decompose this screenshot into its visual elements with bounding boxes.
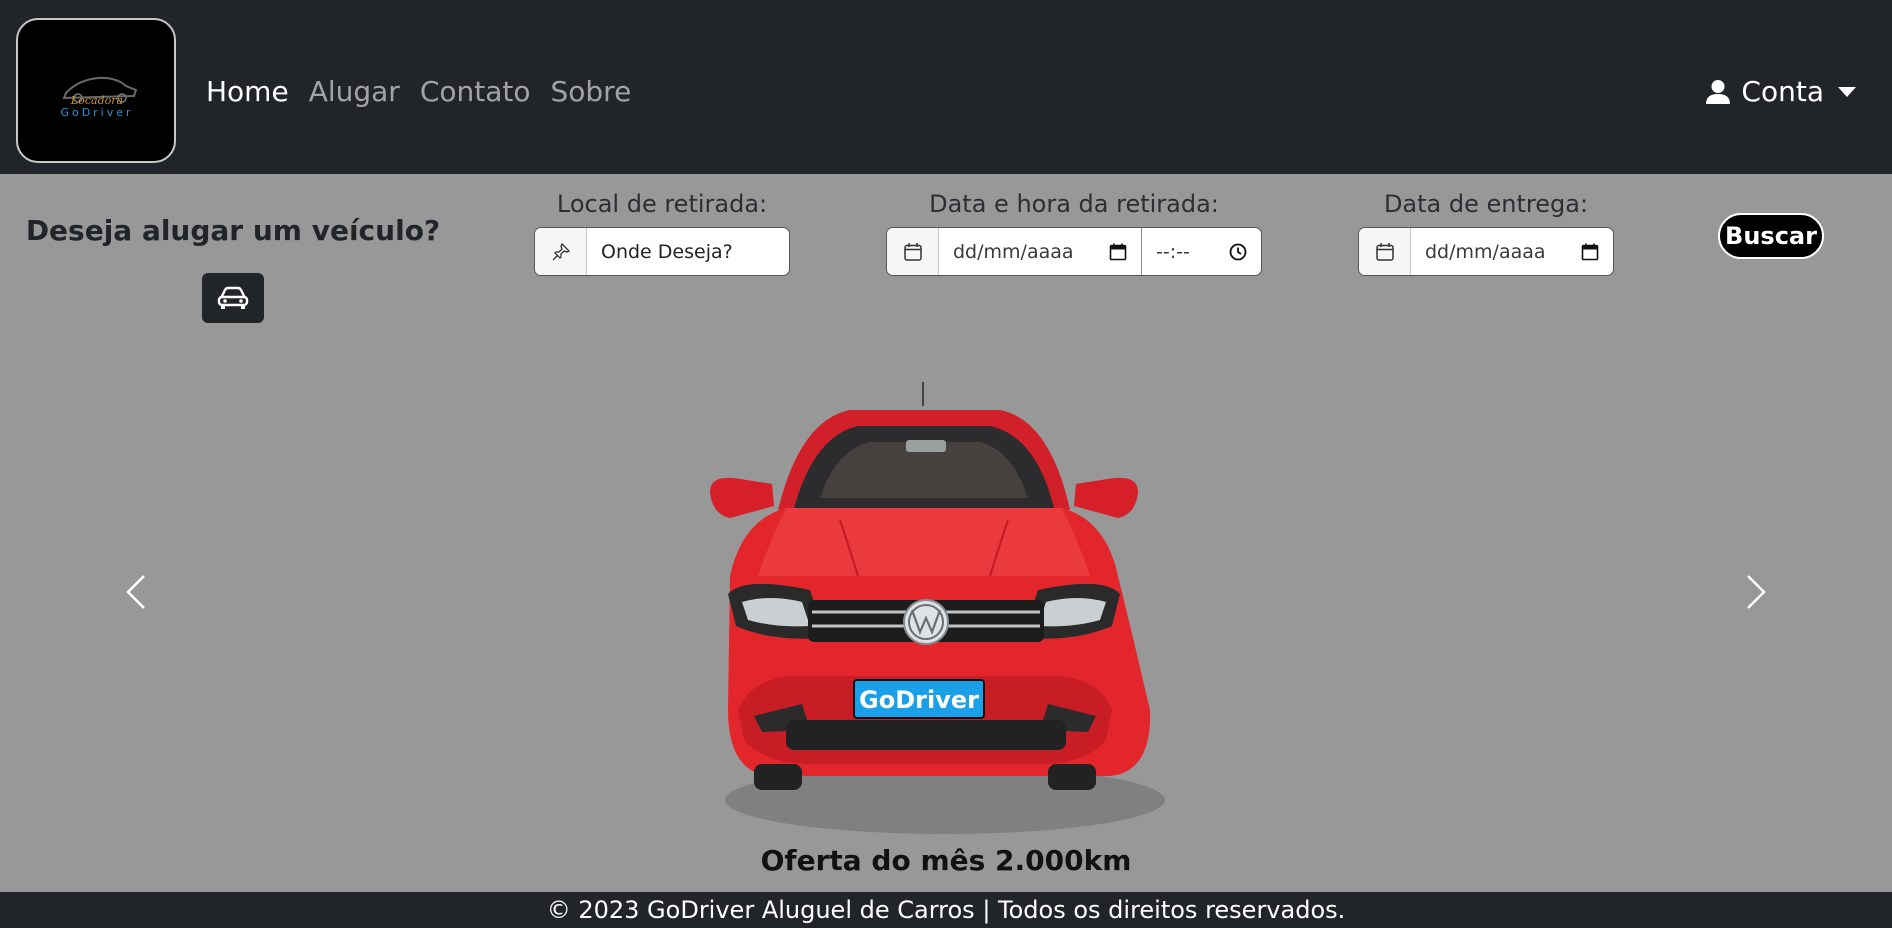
featured-car-image: GoDriver: [710, 382, 1165, 834]
person-icon: [1706, 80, 1731, 104]
pin-icon: [535, 228, 587, 275]
pickup-datetime-group: dd/mm/aaaa --:--: [886, 227, 1262, 276]
carousel-caption: Oferta do mês 2.000km: [760, 844, 1132, 877]
pickup-time-input[interactable]: --:--: [1142, 228, 1261, 275]
pickup-location-input[interactable]: Onde Deseja?: [587, 228, 789, 275]
pickup-date-placeholder: dd/mm/aaaa: [953, 240, 1074, 263]
pickup-date-input[interactable]: dd/mm/aaaa: [939, 228, 1141, 275]
car-button[interactable]: [202, 273, 264, 323]
rent-question-heading: Deseja alugar um veículo?: [25, 214, 441, 247]
calendar-picker-icon[interactable]: [1109, 243, 1127, 261]
return-date-placeholder: dd/mm/aaaa: [1425, 240, 1546, 263]
return-date-group: dd/mm/aaaa: [1358, 227, 1614, 276]
pickup-time-placeholder: --:--: [1156, 240, 1190, 263]
pickup-location-label: Local de retirada:: [556, 190, 768, 218]
calendar-picker-icon[interactable]: [1581, 243, 1599, 261]
nav-link-contato[interactable]: Contato: [420, 72, 551, 112]
brand-logo[interactable]: Locadora GoDriver: [16, 18, 176, 163]
return-date-input[interactable]: dd/mm/aaaa: [1411, 228, 1613, 275]
clock-icon[interactable]: [1229, 243, 1247, 261]
chevron-down-icon: [1838, 87, 1856, 97]
chevron-right-icon[interactable]: [1734, 572, 1774, 612]
search-button[interactable]: Buscar: [1718, 213, 1824, 259]
license-plate-text: GoDriver: [859, 686, 979, 714]
car-icon: [217, 286, 249, 309]
footer-copyright: © 2023 GoDriver Aluguel de Carros | Todo…: [0, 892, 1892, 928]
pickup-location-group: Onde Deseja?: [534, 227, 790, 276]
return-date-label: Data de entrega:: [1383, 190, 1589, 218]
logo-text-godriver: GoDriver: [60, 106, 133, 119]
car-logo-icon: Locadora GoDriver: [60, 76, 138, 119]
pickup-datetime-label: Data e hora da retirada:: [929, 190, 1219, 218]
chevron-left-icon[interactable]: [118, 572, 158, 612]
navbar: Locadora GoDriver Home Alugar Contato So…: [0, 0, 1892, 174]
account-label: Conta: [1741, 75, 1824, 108]
main-nav: Home Alugar Contato Sobre: [206, 72, 651, 112]
nav-link-sobre[interactable]: Sobre: [551, 72, 652, 112]
account-dropdown[interactable]: Conta: [1705, 72, 1856, 112]
calendar-icon: [1359, 228, 1411, 275]
calendar-icon: [887, 228, 939, 275]
nav-link-home[interactable]: Home: [206, 72, 309, 112]
nav-link-alugar[interactable]: Alugar: [309, 72, 420, 112]
